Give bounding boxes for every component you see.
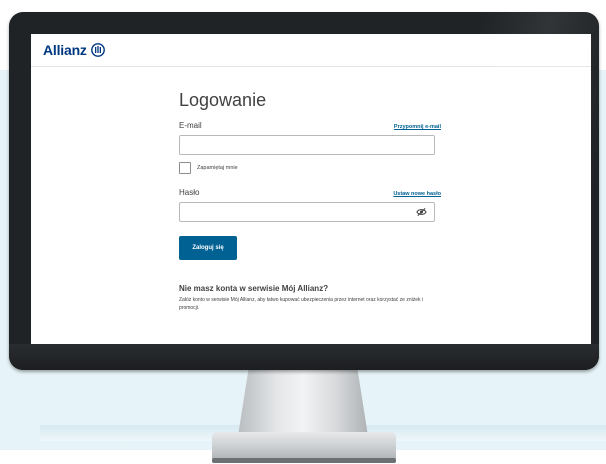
email-label: E-mail (179, 121, 202, 130)
page-title: Logowanie (179, 90, 267, 110)
email-input[interactable] (179, 135, 435, 155)
remember-me-checkbox[interactable] (179, 162, 191, 174)
promo-text: Załóż konto w serwisie Mój Allianz, aby … (179, 297, 423, 311)
remember-me-row: Zapamiętaj mnie (179, 162, 441, 174)
brand-logo-text[interactable]: Allianz (43, 42, 87, 58)
login-form: Logowanie E-mail Przypomnij e-mail Zapam… (179, 90, 441, 312)
site-header: Allianz (31, 34, 591, 67)
monitor-frame: Allianz Logowanie E-mail Przypomnij e-ma… (9, 12, 599, 370)
email-label-row: E-mail Przypomnij e-mail (179, 121, 441, 130)
login-button[interactable]: Zaloguj się (179, 236, 237, 260)
set-new-password-link[interactable]: Ustaw nowe hasło (393, 191, 441, 197)
password-field-wrapper (179, 202, 435, 222)
monitor-stand-neck (238, 370, 368, 436)
screen: Allianz Logowanie E-mail Przypomnij e-ma… (31, 34, 591, 347)
remember-me-label[interactable]: Zapamiętaj mnie (197, 165, 238, 171)
monitor-stand-base (212, 432, 396, 463)
remind-email-link[interactable]: Przypomnij e-mail (394, 124, 441, 130)
allianz-eagle-logo-icon (90, 43, 105, 57)
password-label-row: Hasło Ustaw nowe hasło (179, 188, 441, 197)
register-promo: Nie masz konta w serwisie Mój Allianz? Z… (179, 284, 441, 312)
eye-slash-icon[interactable] (416, 207, 427, 217)
password-label: Hasło (179, 188, 200, 197)
monitor-bottom-bezel (9, 344, 599, 370)
promo-title: Nie masz konta w serwisie Mój Allianz? (179, 284, 329, 293)
password-input[interactable] (179, 202, 435, 222)
